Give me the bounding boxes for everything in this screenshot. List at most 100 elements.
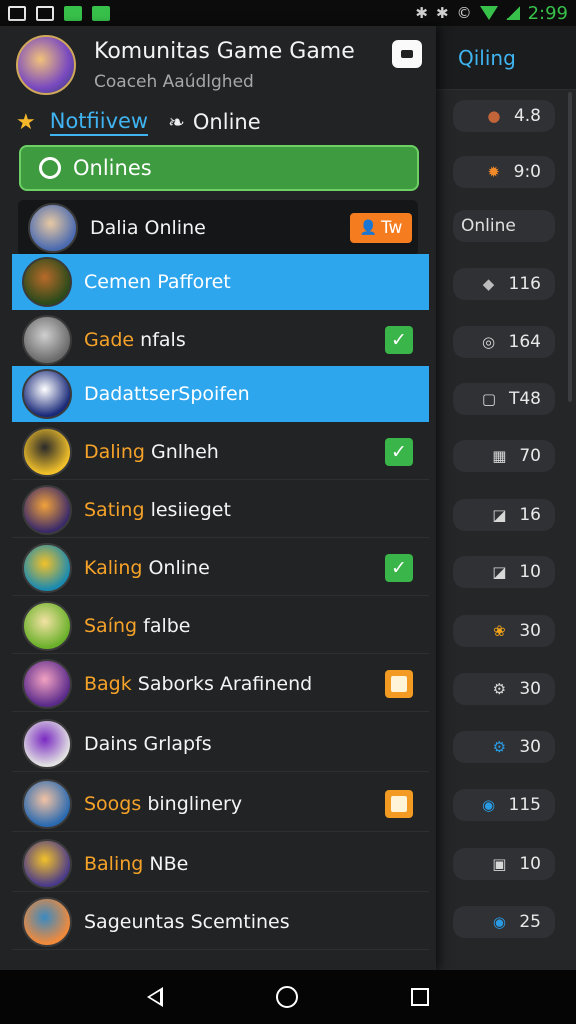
avatar xyxy=(22,426,72,477)
item-value: T48 xyxy=(508,389,541,409)
right-panel-item[interactable]: ▦ 70 xyxy=(453,440,555,472)
list-item-name: Sating lesiieget xyxy=(84,498,231,521)
avatar[interactable] xyxy=(16,35,76,95)
item-icon: ◎ xyxy=(482,333,496,351)
item-icon: ◪ xyxy=(492,506,507,524)
right-panel-item[interactable]: ▣ 10 xyxy=(453,848,555,880)
list-item[interactable]: Sating lesiieget xyxy=(12,482,429,538)
tab-notifications[interactable]: Notfiivew xyxy=(49,109,149,136)
list-item[interactable]: Bagk Saborks Arafinend xyxy=(12,656,429,712)
avatar xyxy=(22,257,72,307)
clock: 2:99 xyxy=(527,2,568,24)
item-icon: ◪ xyxy=(492,563,507,581)
list-item[interactable]: Gade nfals ✓ xyxy=(12,312,429,368)
item-value: 30 xyxy=(519,737,541,757)
right-panel-item[interactable]: ❀ 30 xyxy=(453,615,555,647)
item-icon: ✹ xyxy=(487,163,500,181)
nfc-icon: © xyxy=(456,4,472,22)
list-item-name: Gade nfals xyxy=(84,328,186,351)
user-icon: 👤 xyxy=(359,220,377,236)
bluetooth-icon: ✱ xyxy=(436,4,449,22)
item-value: 16 xyxy=(519,505,541,525)
right-panel: Qiling ● 4.8 ✹ 9:0 Online ◆ 116 ◎ 164 ▢ T48 ▦ 70 ◪ 16 ◪… xyxy=(436,26,576,970)
checkbox-checked-icon[interactable]: ✓ xyxy=(385,437,413,466)
checkbox-checked-icon[interactable]: ✓ xyxy=(385,553,413,582)
list-item[interactable]: Soogs binglinery xyxy=(12,776,429,832)
item-icon: ◉ xyxy=(482,796,496,814)
status-badge[interactable]: 👤 Tw xyxy=(350,213,412,243)
list-item-name: Bagk Saborks Arafinend xyxy=(84,672,313,695)
list-item-name: Sageuntas Scemtines xyxy=(84,910,290,933)
leaf-icon: ❧ xyxy=(168,110,185,134)
right-panel-item[interactable]: ✹ 9:0 xyxy=(453,156,555,188)
right-panel-item[interactable]: ◎ 164 xyxy=(453,326,555,358)
item-value: 30 xyxy=(519,679,541,699)
list-item[interactable]: DadattserSpoifen xyxy=(12,366,429,422)
right-panel-item[interactable]: ⚙ 30 xyxy=(453,673,555,705)
avatar xyxy=(22,542,72,593)
list-item-name: Cemen Pafforet xyxy=(84,271,231,293)
item-value: 116 xyxy=(508,274,541,294)
avatar xyxy=(22,838,72,889)
tab-online[interactable]: Online xyxy=(193,110,261,134)
item-value: 164 xyxy=(508,332,541,352)
list-item-name: Saíng falbe xyxy=(84,614,191,637)
right-panel-header[interactable]: Qiling xyxy=(436,26,576,90)
right-panel-item[interactable]: ▢ T48 xyxy=(453,383,555,415)
right-panel-item[interactable]: ● 4.8 xyxy=(453,100,555,132)
item-value: 70 xyxy=(519,446,541,466)
right-panel-item[interactable]: ◪ 16 xyxy=(453,499,555,531)
pending-icon[interactable] xyxy=(385,669,413,698)
checkbox-checked-icon[interactable]: ✓ xyxy=(385,325,413,354)
wifi-icon xyxy=(479,6,498,20)
item-value: Online xyxy=(461,216,516,236)
excel-notification-icon xyxy=(92,5,110,21)
onlines-button[interactable]: Onlines xyxy=(19,145,419,191)
pending-icon[interactable] xyxy=(385,789,413,818)
list-item[interactable]: Sageuntas Scemtines xyxy=(12,894,429,950)
item-value: 10 xyxy=(519,854,541,874)
list-item[interactable]: Dalia Online 👤 Tw xyxy=(18,200,418,256)
back-icon[interactable] xyxy=(146,987,163,1007)
list-item[interactable]: Daling Gnlheh ✓ xyxy=(12,424,429,480)
star-icon: ★ xyxy=(16,109,36,135)
avatar xyxy=(22,369,72,419)
list-item[interactable]: Kaling Online ✓ xyxy=(12,540,429,596)
right-panel-item[interactable]: ◆ 116 xyxy=(453,268,555,300)
user-icon xyxy=(39,157,61,179)
list-item[interactable]: Dains Grlapfs xyxy=(12,716,429,772)
status-badge-label: Tw xyxy=(380,218,403,238)
right-panel-item[interactable]: ⚙ 30 xyxy=(453,731,555,763)
right-panel-item[interactable]: ◉ 115 xyxy=(453,789,555,821)
item-value: 25 xyxy=(519,912,541,932)
list-item-name: Dalia Online xyxy=(90,217,206,239)
list-item-name: Daling Gnlheh xyxy=(84,440,219,463)
item-icon: ▢ xyxy=(481,390,497,408)
item-value: 4.8 xyxy=(513,106,541,126)
onlines-button-label: Onlines xyxy=(73,156,152,180)
list-item-name: Soogs binglinery xyxy=(84,792,243,815)
item-icon: ⚙ xyxy=(492,680,507,698)
avatar xyxy=(22,600,72,651)
avatar xyxy=(22,896,72,947)
home-icon[interactable] xyxy=(275,986,298,1008)
right-panel-item[interactable]: ◉ 25 xyxy=(453,906,555,938)
right-panel-item[interactable]: ◪ 10 xyxy=(453,556,555,588)
list-item[interactable]: Cemen Pafforet xyxy=(12,254,429,310)
gamepad-icon[interactable] xyxy=(392,40,422,68)
scrollbar[interactable] xyxy=(568,92,572,402)
tab-bar: ★ Notfiivew ❧ Online xyxy=(0,104,436,140)
list-item[interactable]: Baling NBe xyxy=(12,836,429,892)
avatar xyxy=(22,658,72,709)
recent-apps-icon[interactable] xyxy=(411,988,430,1006)
chat-notification-icon xyxy=(64,5,82,21)
item-value: 30 xyxy=(519,621,541,641)
status-bar: ✱ ✱ © 2:99 xyxy=(0,0,576,26)
list-item[interactable]: Saíng falbe xyxy=(12,598,429,654)
bluetooth-icon: ✱ xyxy=(415,4,428,22)
item-icon: ◆ xyxy=(482,275,495,293)
signal-icon xyxy=(505,6,520,20)
right-panel-item[interactable]: Online xyxy=(453,210,555,242)
avatar xyxy=(22,484,72,535)
list-item-name: Dains Grlapfs xyxy=(84,732,212,755)
